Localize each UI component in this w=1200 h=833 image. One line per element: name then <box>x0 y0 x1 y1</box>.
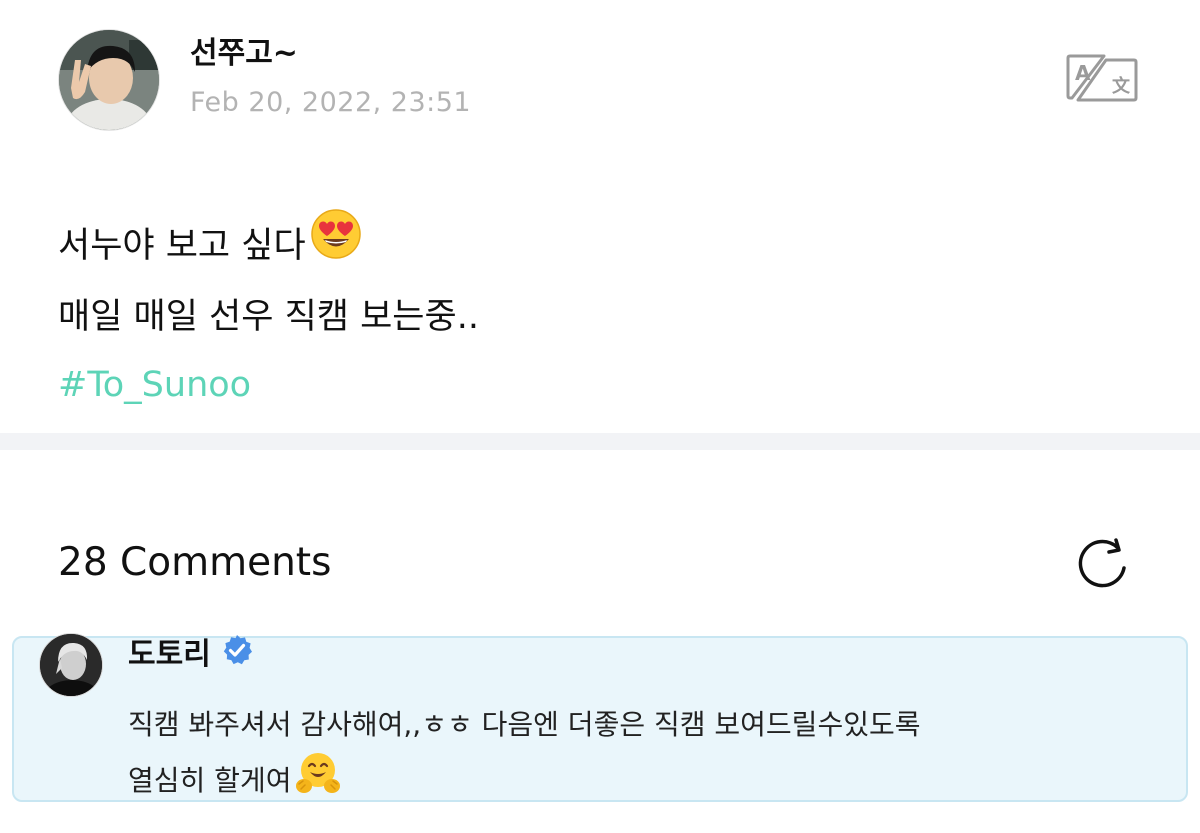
post-line: #To_Sunoo <box>58 351 479 419</box>
section-divider <box>0 433 1200 450</box>
refresh-icon[interactable] <box>1072 534 1132 594</box>
comment-line: 직캠 봐주셔서 감사해여,,ㅎㅎ 다음엔 더좋은 직캠 보여드릴수있도록 <box>128 700 1168 750</box>
comment-line: 열심히 할게여 <box>128 750 1168 812</box>
post-text-line-2: 매일 매일 선우 직캠 보는중.. <box>58 297 479 337</box>
avatar-photo <box>59 30 159 130</box>
heart-eyes-emoji-icon <box>310 208 362 283</box>
post-body: 서누야 보고 싶다 매일 매일 선우 직캠 보는중.. #To_Sunoo <box>58 208 479 419</box>
author-avatar[interactable] <box>58 29 160 131</box>
post-text-line-1: 서누야 보고 싶다 <box>58 225 306 266</box>
commenter-name-row: 도토리 <box>128 634 253 676</box>
post-author[interactable]: 선쭈고~ <box>190 36 298 72</box>
svg-text:A: A <box>1075 61 1091 85</box>
post-line: 서누야 보고 싶다 <box>58 208 479 283</box>
commenter-avatar[interactable] <box>39 633 103 697</box>
commenter-avatar-photo <box>40 634 102 696</box>
post-timestamp: Feb 20, 2022, 23:51 <box>190 87 472 118</box>
hugging-face-emoji-icon <box>295 750 341 812</box>
comments-count-heading: 28 Comments <box>58 540 332 585</box>
comment-text-line-1: 직캠 봐주셔서 감사해여,,ㅎㅎ 다음엔 더좋은 직캠 보여드릴수있도록 <box>128 708 921 741</box>
commenter-name[interactable]: 도토리 <box>128 636 211 674</box>
post-line: 매일 매일 선우 직캠 보는중.. <box>58 283 479 351</box>
translate-icon[interactable]: A 文 <box>1066 54 1138 102</box>
verified-badge-icon <box>221 634 253 676</box>
svg-text:文: 文 <box>1112 75 1131 97</box>
comment-text: 직캠 봐주셔서 감사해여,,ㅎㅎ 다음엔 더좋은 직캠 보여드릴수있도록 열심히… <box>128 700 1168 812</box>
comment-text-line-2: 열심히 할게여 <box>128 764 292 797</box>
post-card: 선쭈고~ Feb 20, 2022, 23:51 A 文 서누야 보고 싶다 매… <box>0 0 1200 433</box>
hashtag-link[interactable]: #To_Sunoo <box>58 351 251 419</box>
